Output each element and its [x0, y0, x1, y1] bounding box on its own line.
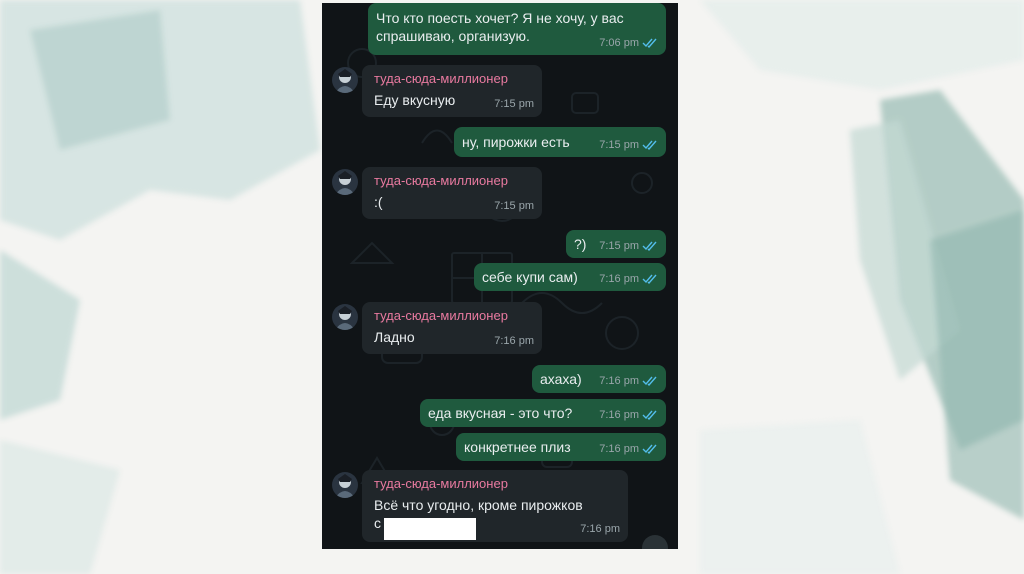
message-time: 7:16 pm [599, 409, 639, 421]
double-check-icon [642, 38, 657, 48]
message-meta: 7:16 pm [599, 406, 658, 424]
message-meta: 7:16 pm [599, 372, 658, 390]
outgoing-message[interactable]: ахаха) 7:16 pm [532, 365, 666, 393]
message-time: 7:15 pm [599, 240, 639, 252]
message-time: 7:16 pm [599, 273, 639, 285]
outgoing-message[interactable]: еда вкусная - это что? 7:16 pm [420, 399, 666, 427]
incoming-message[interactable]: туда-сюда-миллионер :( 7:15 pm [362, 167, 542, 219]
message-text: еда вкусная - это что? [428, 405, 573, 421]
sender-name[interactable]: туда-сюда-миллионер [374, 172, 508, 190]
double-check-icon [642, 241, 657, 251]
double-check-icon [642, 444, 657, 454]
sender-name[interactable]: туда-сюда-миллионер [374, 475, 508, 493]
message-time: 7:16 pm [494, 335, 534, 347]
outgoing-message[interactable]: себе купи сам) 7:16 pm [474, 263, 666, 291]
avatar-icon[interactable] [332, 67, 358, 93]
message-meta: 7:16 pm [599, 270, 658, 288]
message-time: 7:15 pm [599, 139, 639, 151]
chat-screenshot: Что кто поесть хочет? Я не хочу, у вас с… [322, 3, 678, 549]
message-text: Ладно [374, 329, 415, 345]
message-meta: 7:16 pm [599, 440, 658, 458]
sender-name[interactable]: туда-сюда-миллионер [374, 307, 508, 325]
outgoing-message[interactable]: Что кто поесть хочет? Я не хочу, у вас с… [368, 3, 666, 55]
message-text: Еду вкусную [374, 92, 456, 108]
message-time: 7:06 pm [599, 37, 639, 49]
outgoing-message[interactable]: конкретнее плиз 7:16 pm [456, 433, 666, 461]
redaction-box [384, 518, 476, 540]
double-check-icon [642, 140, 657, 150]
message-text: ну, пирожки есть [462, 134, 570, 150]
incoming-message[interactable]: туда-сюда-миллионер Еду вкусную 7:15 pm [362, 65, 542, 117]
outgoing-message[interactable]: ну, пирожки есть 7:15 pm [454, 127, 666, 157]
message-meta: 7:06 pm [599, 34, 658, 52]
message-text: конкретнее плиз [464, 439, 571, 455]
message-text: ахаха) [540, 371, 582, 387]
avatar-icon[interactable] [332, 304, 358, 330]
message-text: Что кто поесть хочет? Я не хочу, у вас с… [376, 10, 624, 44]
message-time: 7:16 pm [599, 375, 639, 387]
message-text: себе купи сам) [482, 269, 578, 285]
sender-name[interactable]: туда-сюда-миллионер [374, 70, 508, 88]
avatar-icon[interactable] [332, 472, 358, 498]
double-check-icon [642, 376, 657, 386]
message-text: ?) [574, 236, 587, 252]
avatar-icon[interactable] [332, 169, 358, 195]
message-meta: 7:15 pm [599, 136, 658, 154]
double-check-icon [642, 274, 657, 284]
message-text: :( [374, 194, 383, 210]
double-check-icon [642, 410, 657, 420]
incoming-message[interactable]: туда-сюда-миллионер Всё что угодно, кром… [362, 470, 628, 542]
incoming-message[interactable]: туда-сюда-миллионер Ладно 7:16 pm [362, 302, 542, 354]
message-time: 7:15 pm [494, 200, 534, 212]
outgoing-message[interactable]: ?) 7:15 pm [566, 230, 666, 258]
message-time: 7:16 pm [580, 523, 620, 535]
message-time: 7:16 pm [599, 443, 639, 455]
message-meta: 7:15 pm [599, 237, 658, 255]
message-time: 7:15 pm [494, 98, 534, 110]
